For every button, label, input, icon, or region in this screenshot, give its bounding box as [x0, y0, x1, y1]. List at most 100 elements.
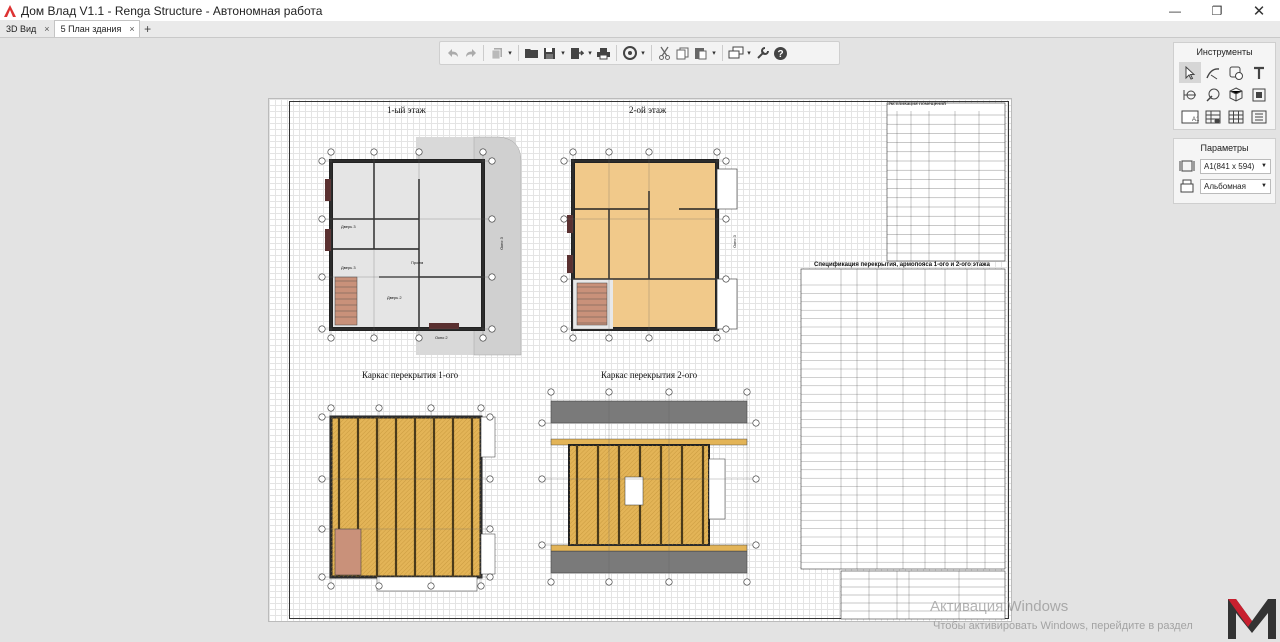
grid-axis-bubble	[327, 334, 335, 342]
grid-axis-bubble	[318, 215, 326, 223]
grid-axis-bubble	[477, 582, 485, 590]
dropdown-arrow-icon[interactable]: ▾	[710, 44, 718, 62]
grid-axis-bubble	[488, 325, 496, 333]
grid-axis-bubble	[713, 148, 721, 156]
roof-beam-top	[550, 400, 748, 424]
grid-axis-bubble	[477, 404, 485, 412]
grid-axis-bubble	[569, 334, 577, 342]
grid-axis-bubble	[415, 148, 423, 156]
orientation-select[interactable]: Альбомная ▼	[1200, 178, 1271, 194]
separator	[651, 45, 652, 61]
grid-axis-bubble	[713, 334, 721, 342]
save-button[interactable]	[541, 44, 558, 62]
grid-axis-bubble	[722, 275, 730, 283]
stair-floor1	[334, 276, 358, 326]
dropdown-arrow-icon[interactable]: ▾	[586, 44, 594, 62]
panel-title: Инструменты	[1196, 47, 1253, 57]
help-button[interactable]: ?	[772, 44, 789, 62]
stair-frame1	[334, 528, 362, 576]
close-button[interactable]: ✕	[1238, 0, 1280, 21]
stamp-icon: A1	[1181, 110, 1199, 123]
cut-button[interactable]	[656, 44, 673, 62]
specification-tool[interactable]	[1225, 106, 1247, 127]
dropdown-arrow-icon[interactable]: ▾	[506, 44, 514, 62]
drawing-sheet[interactable]: 1-ый этаж 2-ой этаж Каркас перекрытия 1-…	[268, 98, 1012, 622]
window-opening	[567, 215, 573, 233]
window-opening	[325, 179, 331, 201]
room-label: Дверь 2	[387, 295, 402, 300]
copy-icon	[676, 47, 689, 59]
annotation-tool[interactable]	[1225, 62, 1247, 83]
sync-button[interactable]	[621, 44, 638, 62]
table-icon	[1205, 110, 1221, 123]
maximize-button[interactable]: ❐	[1196, 0, 1238, 21]
section-tool[interactable]	[1248, 84, 1270, 105]
grid-axis-bubble	[318, 475, 326, 483]
separator	[722, 45, 723, 61]
explication-table	[886, 102, 1006, 262]
dimension-tool[interactable]	[1179, 84, 1201, 105]
grid-axis-bubble	[752, 541, 760, 549]
svg-text:?: ?	[777, 49, 783, 60]
select-tool[interactable]	[1179, 62, 1201, 83]
grid-axis-bubble	[327, 148, 335, 156]
copy-button[interactable]	[674, 44, 691, 62]
stamp-tool[interactable]: A1	[1179, 106, 1201, 127]
dropdown-arrow-icon[interactable]: ▾	[639, 44, 647, 62]
grid-axis-bubble	[415, 334, 423, 342]
title-spec-table: Спецификация перекрытия, армопояса 1-ого…	[814, 262, 990, 268]
tab-close-icon[interactable]: ×	[44, 24, 49, 34]
cube-icon	[1229, 86, 1243, 102]
add-tab-button[interactable]: +	[140, 20, 156, 37]
text-tool[interactable]	[1248, 62, 1270, 83]
dropdown-arrow-icon[interactable]: ▾	[559, 44, 567, 62]
settings-button[interactable]	[754, 44, 771, 62]
level-tool[interactable]	[1202, 84, 1224, 105]
grid-axis-bubble	[327, 582, 335, 590]
clipboard-icon	[695, 48, 707, 60]
open-button[interactable]	[523, 44, 540, 62]
copy-view-button[interactable]	[488, 44, 505, 62]
help-icon: ?	[774, 46, 787, 60]
grid-axis-bubble	[479, 334, 487, 342]
grid-axis-bubble	[645, 148, 653, 156]
grid-axis-bubble	[752, 419, 760, 427]
pages-icon	[491, 47, 502, 59]
tab-label: 3D Вид	[6, 23, 37, 34]
grid-axis-bubble	[375, 582, 383, 590]
minimize-button[interactable]: —	[1154, 0, 1196, 21]
sheet-size-icon	[1178, 158, 1196, 174]
grid-axis-bubble	[605, 148, 613, 156]
grid-axis-bubble	[318, 413, 326, 421]
title-bar: Дом Влад V1.1 - Renga Structure - Автоно…	[0, 0, 1280, 21]
layers-button[interactable]	[727, 44, 744, 62]
paste-button[interactable]	[692, 44, 709, 62]
tab-building-plan[interactable]: 5 План здания ×	[54, 20, 140, 37]
panel-title: Параметры	[1200, 143, 1249, 153]
grid-axis-bubble	[743, 578, 751, 586]
export-button[interactable]	[568, 44, 585, 62]
sheet-format-select[interactable]: A1(841 x 594) ▼	[1200, 158, 1271, 174]
room-label: Окно 2	[435, 335, 448, 340]
separator	[483, 45, 484, 61]
line-tool[interactable]	[1202, 62, 1224, 83]
tab-3d-view[interactable]: 3D Вид ×	[0, 20, 55, 37]
tab-close-icon[interactable]: ×	[129, 24, 134, 34]
list-tool[interactable]	[1248, 106, 1270, 127]
tab-label: 5 План здания	[60, 24, 122, 34]
room-label: Дверь 3	[341, 265, 356, 270]
export-icon	[570, 47, 584, 59]
grid-axis-bubble	[318, 273, 326, 281]
undo-button[interactable]	[444, 44, 461, 62]
brand-logo-icon	[1226, 595, 1278, 641]
roof-beam-bottom	[550, 550, 748, 574]
table-tool[interactable]	[1202, 106, 1224, 127]
dimension-icon	[1183, 89, 1196, 100]
redo-button[interactable]	[462, 44, 479, 62]
grid-axis-bubble	[605, 578, 613, 586]
print-button[interactable]	[595, 44, 612, 62]
dropdown-arrow-icon[interactable]: ▾	[745, 44, 753, 62]
parameters-panel: Параметры A1(841 x 594) ▼ Альбомная ▼	[1173, 138, 1276, 204]
view-3d-tool[interactable]	[1225, 84, 1247, 105]
room-label: Дверь 3	[341, 224, 356, 229]
